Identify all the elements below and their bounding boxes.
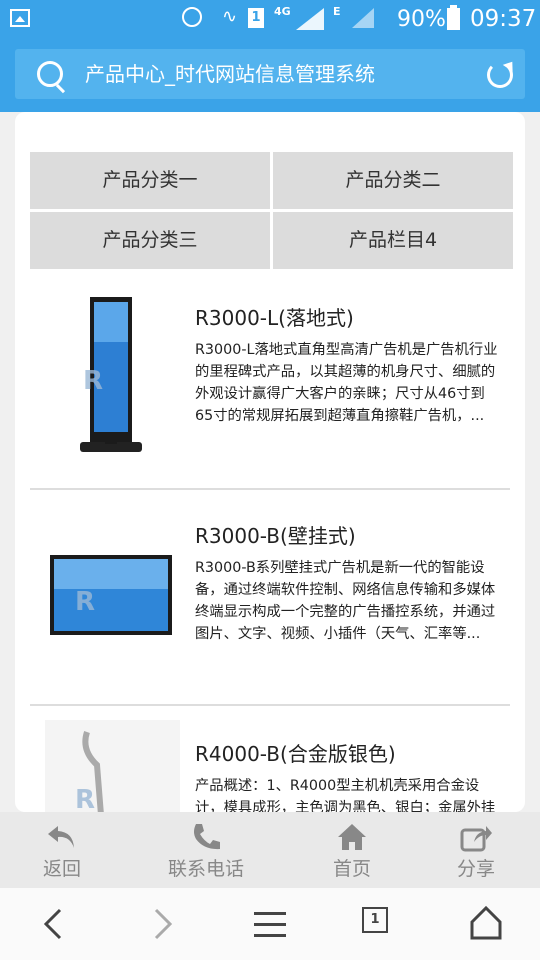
battery-icon — [447, 5, 460, 30]
svg-text:R: R — [75, 785, 95, 812]
search-icon[interactable] — [37, 61, 63, 87]
product-item[interactable]: R R4000-B(合金版银色) 产品概述：1、R4000型主机机壳采用合金设计… — [30, 708, 510, 812]
back-label: 返回 — [42, 858, 81, 880]
product-desc: 产品概述：1、R4000型主机机壳采用合金设计，模具成形，主色调为黑色、银白；金… — [195, 778, 496, 812]
clock: 09:37 — [470, 6, 537, 32]
battery-percent: 90% — [397, 7, 446, 32]
product-desc: R3000-B系列壁挂式广告机是新一代的智能设备，通过终端软件控制、网络信息传输… — [195, 560, 496, 642]
browser-nav-bar — [0, 888, 540, 960]
category-button-2[interactable]: 产品分类二 — [273, 152, 513, 209]
browser-forward-icon[interactable] — [118, 888, 208, 960]
back-button[interactable]: 返回 — [8, 812, 116, 888]
phone-icon — [194, 824, 220, 850]
search-bar[interactable]: 产品中心_时代网站信息管理系统 — [15, 49, 525, 99]
share-icon — [460, 826, 492, 852]
refresh-icon[interactable] — [487, 62, 513, 88]
category-button-3[interactable]: 产品分类三 — [30, 212, 270, 269]
alarm-icon — [182, 7, 202, 27]
header: 产品中心_时代网站信息管理系统 — [0, 38, 540, 112]
svg-text:R: R — [75, 587, 95, 617]
browser-menu-icon[interactable] — [225, 888, 315, 960]
product-item[interactable]: R R3000-B(壁挂式) R3000-B系列壁挂式广告机是新一代的智能设备，… — [30, 490, 510, 706]
signal-icon — [296, 8, 324, 30]
home-label: 首页 — [332, 858, 371, 880]
sim-indicator: 1 — [248, 8, 264, 28]
svg-text:R: R — [83, 366, 103, 396]
category-button-1[interactable]: 产品分类一 — [30, 152, 270, 209]
back-arrow-icon — [48, 826, 74, 848]
phone-button[interactable]: 联系电话 — [152, 812, 260, 888]
status-bar: ∿ 1 4G E 90% 09:37 — [0, 0, 540, 38]
share-button[interactable]: 分享 — [422, 812, 530, 888]
product-image-alloy-silver[interactable]: R — [45, 720, 180, 812]
bottom-tab-bar: 返回 联系电话 首页 分享 — [0, 812, 540, 888]
signal-icon-2 — [352, 8, 374, 28]
gallery-icon — [10, 9, 30, 27]
wifi-icon: ∿ — [222, 6, 238, 27]
product-image-wall-mounted[interactable]: R — [45, 520, 180, 690]
product-name[interactable]: R3000-L(落地式) — [195, 302, 354, 331]
network-type-2: E — [333, 5, 341, 18]
product-image-floor-standing[interactable]: R — [45, 292, 180, 462]
divider — [30, 704, 510, 706]
share-label: 分享 — [456, 858, 495, 880]
product-name[interactable]: R4000-B(合金版银色) — [195, 738, 396, 767]
browser-tabs-button[interactable]: 1 — [362, 907, 388, 933]
category-button-4[interactable]: 产品栏目4 — [273, 212, 513, 269]
product-desc: R3000-L落地式直角型高清广告机是广告机行业的里程碑式产品，以其超薄的机身尺… — [195, 342, 498, 424]
home-button[interactable]: 首页 — [298, 812, 406, 888]
product-item[interactable]: R R3000-L(落地式) R3000-L落地式直角型高清广告机是广告机行业的… — [30, 272, 510, 488]
browser-back-icon[interactable] — [8, 888, 98, 960]
phone-label: 联系电话 — [167, 858, 244, 880]
content-panel: 产品分类一 产品分类二 产品分类三 产品栏目4 R R3000-L(落地式) R… — [15, 112, 525, 812]
product-name[interactable]: R3000-B(壁挂式) — [195, 520, 356, 549]
page-title: 产品中心_时代网站信息管理系统 — [85, 62, 375, 86]
browser-home-icon[interactable] — [441, 888, 531, 960]
home-icon — [338, 824, 366, 850]
network-type: 4G — [274, 5, 291, 18]
